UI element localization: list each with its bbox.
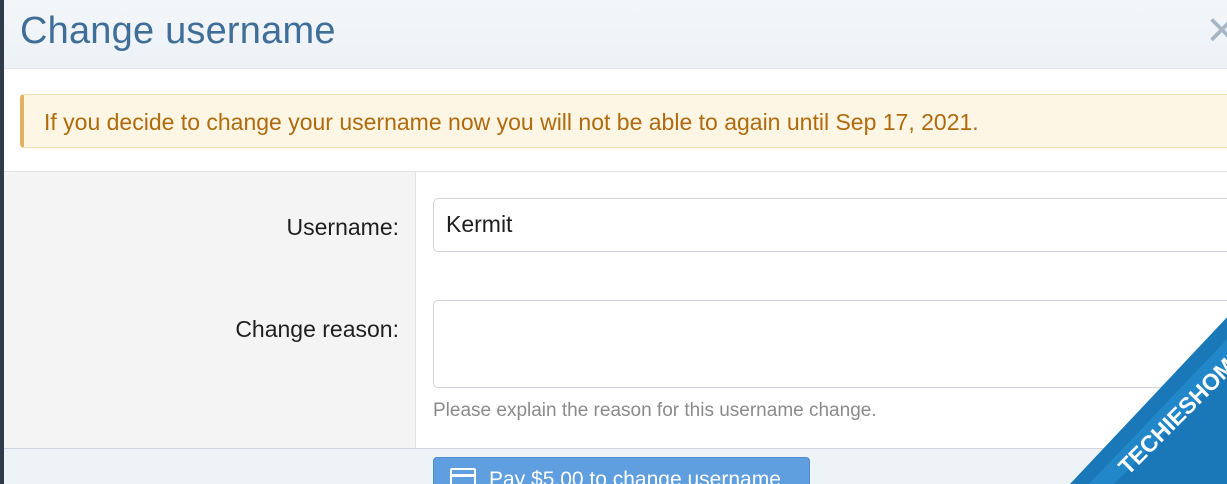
- change-reason-hint: Please explain the reason for this usern…: [433, 400, 877, 421]
- credit-card-icon: [450, 468, 476, 484]
- change-reason-label: Change reason:: [235, 316, 399, 342]
- close-icon[interactable]: ×: [1207, 4, 1227, 56]
- dialog-footer: Pay $5.00 to change username: [4, 449, 1227, 484]
- username-form: Username: Change reason: Kermit Please e…: [4, 171, 1227, 449]
- username-input[interactable]: Kermit: [433, 198, 1227, 252]
- alert-text: If you decide to change your username no…: [44, 109, 979, 135]
- username-label: Username:: [286, 214, 399, 240]
- dialog-header: Change username ×: [4, 0, 1227, 69]
- form-label-column: Username: Change reason:: [4, 172, 416, 448]
- pay-change-username-button[interactable]: Pay $5.00 to change username: [433, 457, 810, 484]
- change-reason-textarea[interactable]: [433, 300, 1227, 388]
- change-username-dialog: Change username × If you decide to chang…: [0, 0, 1227, 484]
- warning-alert: If you decide to change your username no…: [20, 94, 1227, 148]
- dialog-title: Change username: [20, 10, 336, 52]
- pay-button-label: Pay $5.00 to change username: [489, 468, 781, 484]
